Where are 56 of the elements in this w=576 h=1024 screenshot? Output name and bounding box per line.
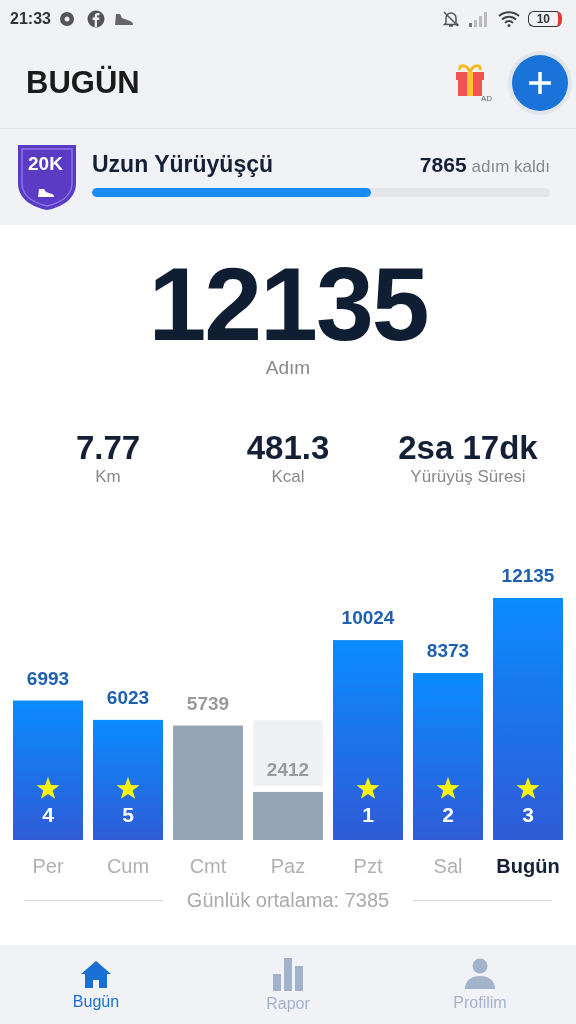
star-icon	[36, 777, 60, 800]
day-label: Cum	[106, 855, 150, 878]
bar-value: 12135	[501, 565, 555, 587]
stat-value: 2sa 17dk	[398, 429, 538, 468]
badge-label: 20K	[28, 153, 63, 175]
ad-label: AD	[480, 94, 492, 103]
day-label: Bugün	[496, 855, 560, 878]
star-icon	[436, 777, 460, 800]
nav-label: Bugün	[72, 992, 120, 1011]
stat-label: Km	[95, 467, 121, 488]
rank-number: 2	[442, 803, 454, 827]
star-icon	[516, 777, 540, 800]
bar-value: 5739	[186, 693, 230, 715]
rank-number: 4	[42, 803, 54, 827]
status-time: 21:33	[10, 10, 51, 28]
stat-value: 481.3	[246, 429, 330, 468]
bar-value: 2412	[266, 759, 310, 781]
facebook-icon	[86, 10, 105, 28]
stat-value: 7.77	[75, 429, 141, 468]
add-button[interactable]	[512, 55, 568, 111]
stat-label: Kcal	[271, 467, 305, 488]
star-icon	[116, 777, 140, 800]
day-label: Pzt	[353, 855, 383, 878]
battery-indicator: 10	[527, 11, 562, 27]
day-label: Sal	[433, 855, 463, 878]
remaining-label: adım kaldı	[471, 157, 550, 177]
daily-average: Günlük ortalama: 7385	[186, 889, 390, 913]
nav-tab[interactable]: Profilim	[420, 957, 540, 1012]
bar-value: 8373	[426, 640, 470, 662]
badge-icon	[16, 143, 78, 211]
bar-value: 10024	[341, 607, 395, 629]
rank-number: 3	[522, 803, 534, 827]
day-label: Cmt	[189, 855, 227, 878]
nav-label: Rapor	[266, 994, 310, 1013]
nav-tab[interactable]: Bugün	[36, 958, 156, 1011]
home-icon	[80, 958, 112, 989]
nav-tab[interactable]: Rapor	[228, 956, 348, 1013]
wifi-icon	[497, 11, 520, 27]
plus-icon	[527, 70, 553, 96]
signal-icon	[467, 11, 490, 27]
day-label: Per	[32, 855, 64, 878]
person-icon	[464, 957, 496, 990]
bar-chart-icon	[272, 956, 304, 991]
star-icon	[356, 777, 380, 800]
rank-number: 5	[122, 803, 134, 827]
day-label: Paz	[270, 855, 306, 878]
page-title: BUGÜN	[26, 65, 140, 101]
rank-number: 1	[362, 803, 374, 827]
goal-name: Uzun Yürüyüşçü	[92, 151, 274, 178]
remaining-steps: 7865	[419, 153, 467, 177]
nav-label: Profilim	[453, 993, 507, 1012]
shoe-icon	[112, 11, 135, 27]
bar-value: 6023	[106, 687, 150, 709]
stat-label: Yürüyüş Süresi	[410, 467, 526, 488]
bar-value: 6993	[26, 667, 70, 689]
bell-off-icon	[441, 10, 460, 28]
